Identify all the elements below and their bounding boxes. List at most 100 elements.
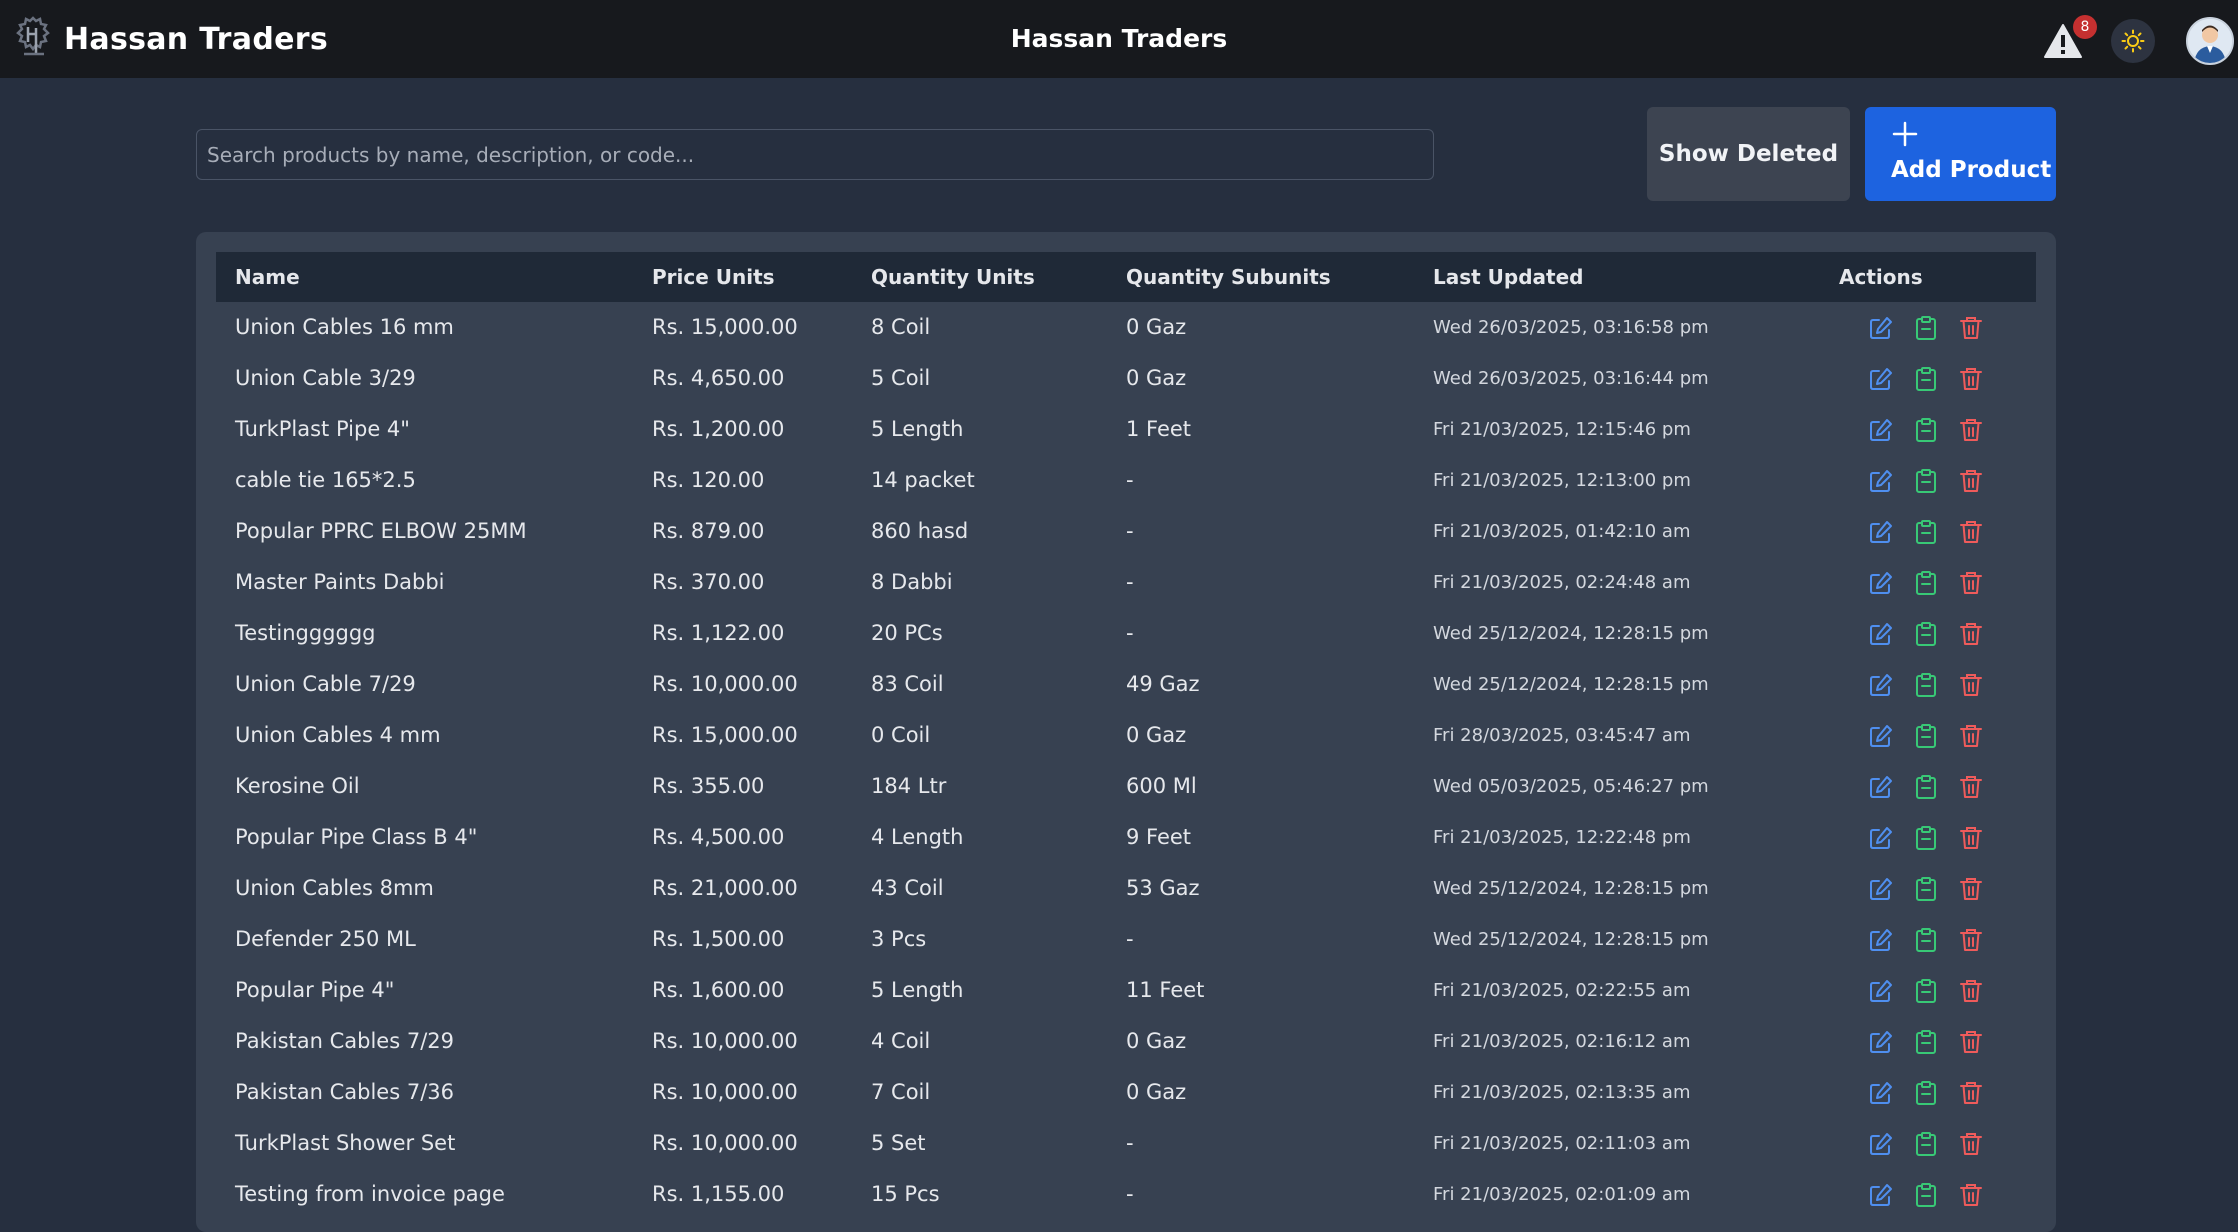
cell-quantity: 184 Ltr xyxy=(871,774,947,798)
edit-icon[interactable] xyxy=(1868,366,1894,392)
cell-name: Popular Pipe 4" xyxy=(235,978,395,1002)
header-last-updated[interactable]: Last Updated xyxy=(1433,252,1583,302)
theme-toggle-button[interactable] xyxy=(2111,19,2155,63)
clipboard-icon[interactable] xyxy=(1913,468,1939,494)
table-row[interactable]: Union Cable 3/29 Rs. 4,650.00 5 Coil 0 Gaz W… xyxy=(216,353,2036,404)
edit-icon[interactable] xyxy=(1868,1029,1894,1055)
cell-subunits: 0 Gaz xyxy=(1126,366,1187,390)
table-row[interactable]: Testingggggg Rs. 1,122.00 20 PCs - Wed 25/12… xyxy=(216,608,2036,659)
trash-icon[interactable] xyxy=(1958,825,1984,851)
cell-last-updated: Fri 21/03/2025, 02:16:12 am xyxy=(1433,1031,1691,1052)
edit-icon[interactable] xyxy=(1868,723,1894,749)
trash-icon[interactable] xyxy=(1958,927,1984,953)
cell-price: Rs. 10,000.00 xyxy=(652,1131,798,1155)
trash-icon[interactable] xyxy=(1958,519,1984,545)
clipboard-icon[interactable] xyxy=(1913,927,1939,953)
clipboard-icon[interactable] xyxy=(1913,519,1939,545)
clipboard-icon[interactable] xyxy=(1913,570,1939,596)
add-product-button[interactable]: Add Product xyxy=(1865,107,2056,201)
cell-price: Rs. 1,500.00 xyxy=(652,927,785,951)
edit-icon[interactable] xyxy=(1868,978,1894,1004)
edit-icon[interactable] xyxy=(1868,621,1894,647)
edit-icon[interactable] xyxy=(1868,570,1894,596)
trash-icon[interactable] xyxy=(1958,621,1984,647)
table-row[interactable]: Union Cables 4 mm Rs. 15,000.00 0 Coil 0 Ga… xyxy=(216,710,2036,761)
table-row[interactable]: Testing from invoice page Rs. 1,155.00 15 … xyxy=(216,1169,2036,1220)
search-input[interactable] xyxy=(196,129,1434,180)
table-row[interactable]: Pakistan Cables 7/36 Rs. 10,000.00 7 Coil 0… xyxy=(216,1067,2036,1118)
edit-icon[interactable] xyxy=(1868,876,1894,902)
clipboard-icon[interactable] xyxy=(1913,621,1939,647)
edit-icon[interactable] xyxy=(1868,1131,1894,1157)
clipboard-icon[interactable] xyxy=(1913,1080,1939,1106)
edit-icon[interactable] xyxy=(1868,1080,1894,1106)
cell-price: Rs. 120.00 xyxy=(652,468,765,492)
table-row[interactable]: Popular Pipe Class B 4" Rs. 4,500.00 4 Len… xyxy=(216,812,2036,863)
trash-icon[interactable] xyxy=(1958,978,1984,1004)
user-icon xyxy=(2188,19,2232,63)
cell-price: Rs. 21,000.00 xyxy=(652,876,798,900)
table-row[interactable]: Kerosine Oil Rs. 355.00 184 Ltr 600 Ml Wed 0… xyxy=(216,761,2036,812)
header-price[interactable]: Price Units xyxy=(652,252,775,302)
trash-icon[interactable] xyxy=(1958,1182,1984,1208)
user-avatar[interactable] xyxy=(2186,17,2234,65)
table-row[interactable]: Union Cable 7/29 Rs. 10,000.00 83 Coil 49 G… xyxy=(216,659,2036,710)
header-name[interactable]: Name xyxy=(235,252,300,302)
cell-last-updated: Fri 21/03/2025, 01:42:10 am xyxy=(1433,521,1691,542)
clipboard-icon[interactable] xyxy=(1913,1182,1939,1208)
trash-icon[interactable] xyxy=(1958,1131,1984,1157)
table-row[interactable]: Pakistan Cables 7/29 Rs. 10,000.00 4 Coil 0… xyxy=(216,1016,2036,1067)
cell-last-updated: Wed 25/12/2024, 12:28:15 pm xyxy=(1433,623,1709,644)
edit-icon[interactable] xyxy=(1868,672,1894,698)
trash-icon[interactable] xyxy=(1958,876,1984,902)
edit-icon[interactable] xyxy=(1868,519,1894,545)
trash-icon[interactable] xyxy=(1958,417,1984,443)
clipboard-icon[interactable] xyxy=(1913,1029,1939,1055)
trash-icon[interactable] xyxy=(1958,723,1984,749)
table-row[interactable]: TurkPlast Shower Set Rs. 10,000.00 5 Set - F… xyxy=(216,1118,2036,1169)
trash-icon[interactable] xyxy=(1958,1080,1984,1106)
clipboard-icon[interactable] xyxy=(1913,672,1939,698)
trash-icon[interactable] xyxy=(1958,672,1984,698)
table-row[interactable]: cable tie 165*2.5 Rs. 120.00 14 packet - Fri… xyxy=(216,455,2036,506)
edit-icon[interactable] xyxy=(1868,417,1894,443)
trash-icon[interactable] xyxy=(1958,1029,1984,1055)
clipboard-icon[interactable] xyxy=(1913,417,1939,443)
clipboard-icon[interactable] xyxy=(1913,723,1939,749)
edit-icon[interactable] xyxy=(1868,315,1894,341)
table-row[interactable]: Union Cables 8mm Rs. 21,000.00 43 Coil 53 G… xyxy=(216,863,2036,914)
cell-last-updated: Fri 21/03/2025, 02:11:03 am xyxy=(1433,1133,1691,1154)
edit-icon[interactable] xyxy=(1868,468,1894,494)
edit-icon[interactable] xyxy=(1868,927,1894,953)
table-row[interactable]: Popular PPRC ELBOW 25MM Rs. 879.00 860 has… xyxy=(216,506,2036,557)
clipboard-icon[interactable] xyxy=(1913,876,1939,902)
cell-name: cable tie 165*2.5 xyxy=(235,468,416,492)
clipboard-icon[interactable] xyxy=(1913,825,1939,851)
clipboard-icon[interactable] xyxy=(1913,978,1939,1004)
edit-icon[interactable] xyxy=(1868,774,1894,800)
trash-icon[interactable] xyxy=(1958,468,1984,494)
table-row[interactable]: Popular Pipe 4" Rs. 1,600.00 5 Length 11 Fe… xyxy=(216,965,2036,1016)
trash-icon[interactable] xyxy=(1958,774,1984,800)
trash-icon[interactable] xyxy=(1958,570,1984,596)
trash-icon[interactable] xyxy=(1958,315,1984,341)
table-row[interactable]: Master Paints Dabbi Rs. 370.00 8 Dabbi - Fri… xyxy=(216,557,2036,608)
cell-name: Popular Pipe Class B 4" xyxy=(235,825,478,849)
table-row[interactable]: Defender 250 ML Rs. 1,500.00 3 Pcs - Wed 25/… xyxy=(216,914,2036,965)
edit-icon[interactable] xyxy=(1868,1182,1894,1208)
edit-icon[interactable] xyxy=(1868,825,1894,851)
cell-quantity: 15 Pcs xyxy=(871,1182,940,1206)
table-row[interactable]: TurkPlast Pipe 4" Rs. 1,200.00 5 Length 1 F… xyxy=(216,404,2036,455)
table-row[interactable]: Union Cables 16 mm Rs. 15,000.00 8 Coil 0 G… xyxy=(216,302,2036,353)
header-quantity[interactable]: Quantity Units xyxy=(871,252,1035,302)
clipboard-icon[interactable] xyxy=(1913,315,1939,341)
clipboard-icon[interactable] xyxy=(1913,1131,1939,1157)
cell-subunits: 49 Gaz xyxy=(1126,672,1200,696)
header-subunits[interactable]: Quantity Subunits xyxy=(1126,252,1331,302)
trash-icon[interactable] xyxy=(1958,366,1984,392)
cell-quantity: 3 Pcs xyxy=(871,927,927,951)
show-deleted-button[interactable]: Show Deleted xyxy=(1647,107,1850,201)
clipboard-icon[interactable] xyxy=(1913,366,1939,392)
clipboard-icon[interactable] xyxy=(1913,774,1939,800)
cell-subunits: - xyxy=(1126,570,1134,594)
